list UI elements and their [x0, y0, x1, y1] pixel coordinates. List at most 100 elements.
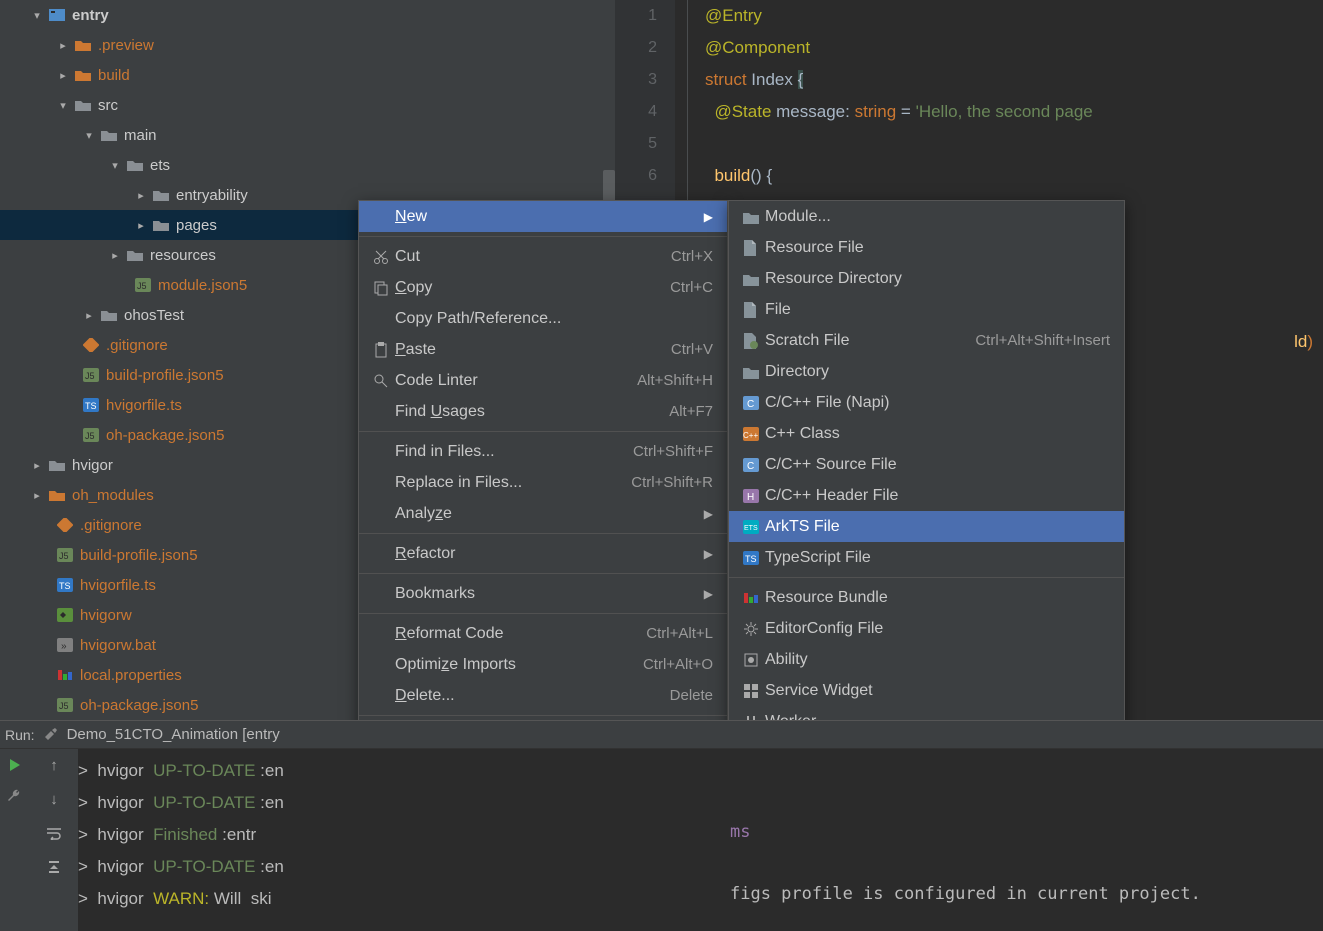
menu-item-file[interactable]: File [729, 294, 1124, 325]
arrow-down-icon[interactable]: ↓ [44, 789, 64, 809]
menu-shortcut: Alt+Shift+H [637, 372, 713, 389]
wrench-icon[interactable] [5, 785, 25, 805]
run-play-button[interactable] [5, 755, 25, 775]
chevron-right-icon[interactable]: ▸ [30, 489, 44, 502]
menu-item-copy[interactable]: CopyCtrl+C [359, 272, 727, 303]
code-token: ) [1307, 332, 1313, 351]
widget-icon [743, 683, 765, 699]
menu-label: Resource Bundle [765, 589, 1110, 607]
chevron-right-icon[interactable]: ▸ [56, 69, 70, 82]
menu-item-typescript-file[interactable]: TSTypeScript File [729, 542, 1124, 573]
menu-item-resource-file[interactable]: Resource File [729, 232, 1124, 263]
menu-separator [359, 715, 727, 716]
tree-label: src [98, 97, 118, 114]
tree-item-build[interactable]: ▸ build [0, 60, 615, 90]
scroll-to-end-icon[interactable] [44, 857, 64, 877]
chevron-down-icon[interactable]: ▾ [30, 9, 44, 22]
ts-icon: TS [743, 551, 765, 565]
cfile-icon: C [743, 396, 765, 410]
tree-item-main[interactable]: ▾ main [0, 120, 615, 150]
chevron-right-icon[interactable]: ▸ [30, 459, 44, 472]
folder-icon [743, 272, 765, 286]
menu-separator [359, 533, 727, 534]
menu-label: Find Usages [395, 403, 669, 421]
menu-label: Bookmarks [395, 585, 696, 603]
menu-item-refactor[interactable]: Refactor▶ [359, 538, 727, 569]
soft-wrap-icon[interactable] [44, 823, 64, 843]
ts-icon: TS [56, 577, 74, 593]
folder-icon [100, 307, 118, 323]
menu-item-new[interactable]: New▶ [359, 201, 727, 232]
menu-shortcut: Ctrl+C [670, 279, 713, 296]
menu-item-reformat-code[interactable]: Reformat CodeCtrl+Alt+L [359, 618, 727, 649]
tree-label: ohosTest [124, 307, 184, 324]
json5-icon: J5 [82, 367, 100, 383]
menu-item-resource-bundle[interactable]: Resource Bundle [729, 582, 1124, 613]
chevron-down-icon[interactable]: ▾ [108, 159, 122, 172]
menu-item-c-c-file-napi[interactable]: CC/C++ File (Napi) [729, 387, 1124, 418]
menu-item-ability[interactable]: Ability [729, 644, 1124, 675]
tree-label: entry [72, 7, 109, 24]
menu-item-c-c-header-file[interactable]: HC/C++ Header File [729, 480, 1124, 511]
chevron-right-icon[interactable]: ▸ [134, 219, 148, 232]
run-label: Run: [5, 727, 35, 743]
menu-item-cut[interactable]: CutCtrl+X [359, 241, 727, 272]
menu-item-replace-in-files[interactable]: Replace in Files...Ctrl+Shift+R [359, 467, 727, 498]
menu-item-copy-path-reference[interactable]: Copy Path/Reference... [359, 303, 727, 334]
tree-item-src[interactable]: ▾ src [0, 90, 615, 120]
chevron-right-icon[interactable]: ▸ [134, 189, 148, 202]
chevron-down-icon[interactable]: ▾ [56, 99, 70, 112]
menu-item-c-class[interactable]: C++C++ Class [729, 418, 1124, 449]
chevron-right-icon[interactable]: ▸ [108, 249, 122, 262]
menu-item-delete[interactable]: Delete...Delete [359, 680, 727, 711]
context-submenu-new[interactable]: Module...Resource FileResource Directory… [728, 200, 1125, 800]
code-token: struct [705, 70, 747, 89]
menu-label: TypeScript File [765, 549, 1110, 567]
folder-icon [74, 67, 92, 83]
menu-item-resource-directory[interactable]: Resource Directory [729, 263, 1124, 294]
menu-item-optimize-imports[interactable]: Optimize ImportsCtrl+Alt+O [359, 649, 727, 680]
arrow-up-icon[interactable]: ↑ [44, 755, 64, 775]
chevron-down-icon[interactable]: ▾ [82, 129, 96, 142]
menu-shortcut: Alt+F7 [669, 403, 713, 420]
menu-label: Replace in Files... [395, 474, 631, 492]
tree-label: local.properties [80, 667, 182, 684]
tree-label: ets [150, 157, 170, 174]
code-fragment: ms [730, 822, 750, 842]
menu-label: Refactor [395, 545, 696, 563]
tree-label: .gitignore [80, 517, 142, 534]
tree-label: entryability [176, 187, 248, 204]
menu-label: Analyze [395, 505, 696, 523]
menu-item-analyze[interactable]: Analyze ▶ [359, 498, 727, 529]
menu-item-service-widget[interactable]: Service Widget [729, 675, 1124, 706]
bundle-icon [743, 591, 765, 605]
chevron-right-icon[interactable]: ▸ [56, 39, 70, 52]
menu-item-c-c-source-file[interactable]: CC/C++ Source File [729, 449, 1124, 480]
menu-shortcut: Ctrl+X [671, 248, 713, 265]
tree-label: hvigorfile.ts [106, 397, 182, 414]
menu-item-code-linter[interactable]: Code LinterAlt+Shift+H [359, 365, 727, 396]
menu-label: Find in Files... [395, 443, 633, 461]
file-icon [743, 302, 765, 318]
menu-item-arkts-file[interactable]: ETSArkTS File [729, 511, 1124, 542]
menu-item-find-usages[interactable]: Find UsagesAlt+F7 [359, 396, 727, 427]
folder-icon [126, 157, 144, 173]
tree-label: pages [176, 217, 217, 234]
svg-text:ETS: ETS [744, 525, 758, 532]
tree-item-preview[interactable]: ▸ .preview [0, 30, 615, 60]
menu-item-scratch-file[interactable]: Scratch FileCtrl+Alt+Shift+Insert [729, 325, 1124, 356]
menu-separator [359, 431, 727, 432]
menu-item-paste[interactable]: PasteCtrl+V [359, 334, 727, 365]
menu-item-editorconfig-file[interactable]: EditorConfig File [729, 613, 1124, 644]
menu-shortcut: Ctrl+Alt+O [643, 656, 713, 673]
tree-item-ets[interactable]: ▾ ets [0, 150, 615, 180]
menu-item-find-in-files[interactable]: Find in Files...Ctrl+Shift+F [359, 436, 727, 467]
tree-item-entry[interactable]: ▾ entry [0, 0, 615, 30]
menu-separator [359, 236, 727, 237]
menu-item-directory[interactable]: Directory [729, 356, 1124, 387]
menu-item-module[interactable]: Module... [729, 201, 1124, 232]
menu-item-bookmarks[interactable]: Bookmarks▶ [359, 578, 727, 609]
chevron-right-icon: ▶ [704, 507, 713, 521]
menu-separator [359, 573, 727, 574]
chevron-right-icon[interactable]: ▸ [82, 309, 96, 322]
